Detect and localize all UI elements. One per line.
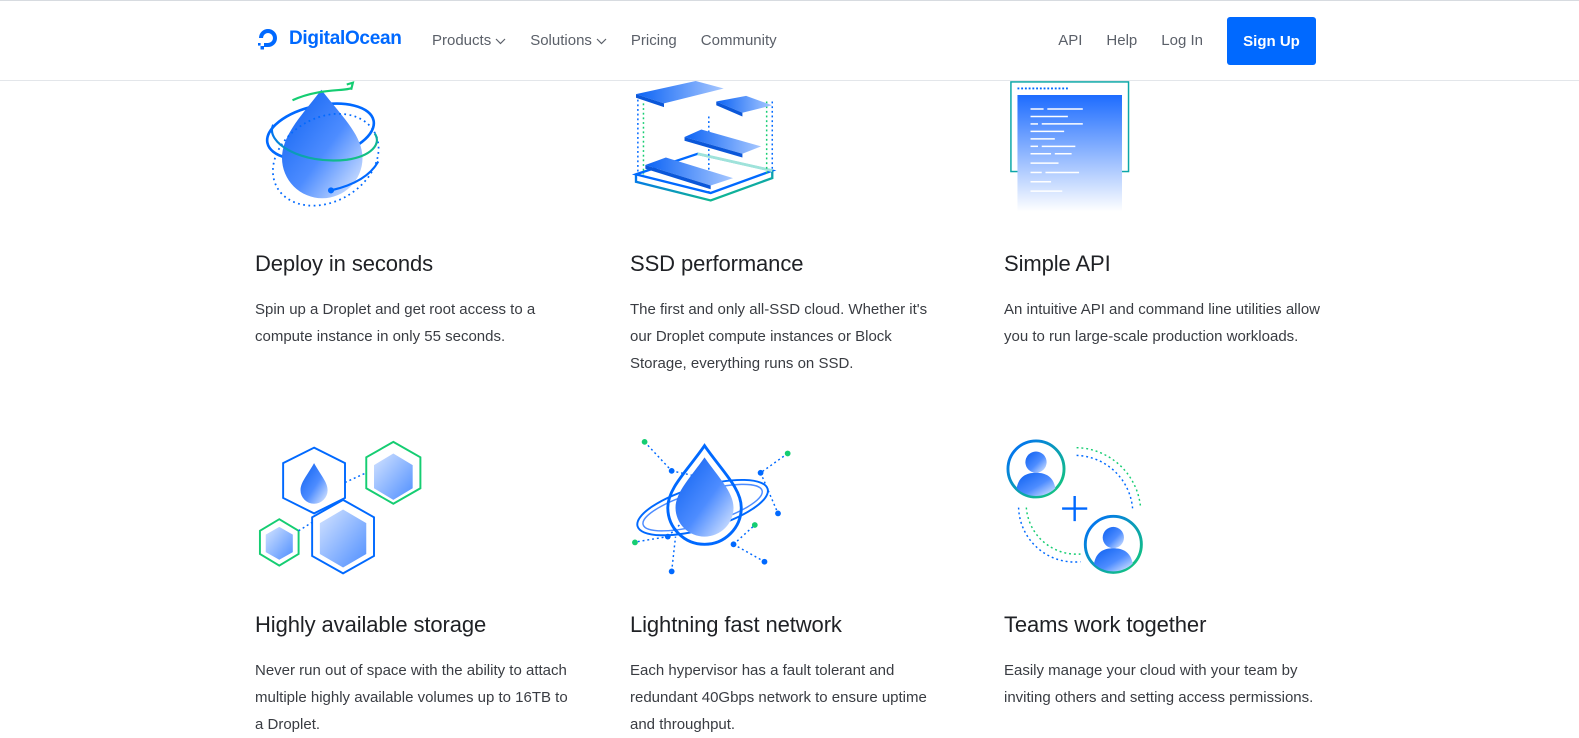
- feature-api: Simple API An intuitive API and command …: [1004, 81, 1334, 381]
- feature-title: Lightning fast network: [630, 612, 842, 637]
- feature-text: Never run out of space with the ability …: [255, 662, 568, 733]
- nav-help[interactable]: Help: [1106, 30, 1137, 52]
- storage-cubes-icon: [258, 440, 422, 575]
- feature-storage: Highly available storage Never run out o…: [255, 438, 585, 733]
- feature-text: An intuitive API and command line utilit…: [1004, 301, 1320, 345]
- feature-text: Spin up a Droplet and get root access to…: [255, 301, 536, 345]
- team-users-icon: [1006, 439, 1143, 574]
- nav-products-label: Products: [432, 32, 492, 49]
- chevron-down-icon: [495, 38, 506, 44]
- feature-title: Deploy in seconds: [255, 251, 434, 276]
- ssd-stack-icon: [631, 81, 777, 202]
- network-droplet-icon: [632, 438, 791, 575]
- nav-products[interactable]: Products: [432, 30, 506, 52]
- secondary-nav: API Help Log In Sign Up: [1034, 17, 1316, 65]
- feature-title: Simple API: [1004, 251, 1111, 276]
- feature-teams: Teams work together Easily manage your c…: [1004, 438, 1334, 728]
- nav-community[interactable]: Community: [701, 30, 777, 52]
- signup-button[interactable]: Sign Up: [1227, 17, 1316, 65]
- feature-text: Easily manage your cloud with your team …: [1004, 662, 1314, 706]
- digitalocean-logo-icon: [258, 29, 277, 50]
- nav-login[interactable]: Log In: [1161, 30, 1203, 52]
- feature-network: Lightning fast network Each hypervisor h…: [630, 438, 960, 733]
- brand-name: DigitalOcean: [289, 28, 402, 49]
- site-header: DigitalOcean Products Solutions Pricing …: [0, 1, 1579, 81]
- nav-api[interactable]: API: [1058, 30, 1082, 52]
- logo-link[interactable]: DigitalOcean: [254, 24, 402, 54]
- nav-solutions[interactable]: Solutions: [530, 30, 607, 52]
- feature-text: The first and only all-SSD cloud. Whethe…: [630, 301, 928, 372]
- primary-nav: Products Solutions Pricing Community: [432, 30, 801, 52]
- chevron-down-icon: [596, 38, 607, 44]
- droplet-orbit-icon: [265, 81, 380, 207]
- nav-solutions-label: Solutions: [530, 32, 592, 49]
- feature-title: Teams work together: [1004, 612, 1207, 637]
- feature-title: Highly available storage: [255, 612, 487, 637]
- feature-ssd: SSD performance The first and only all-S…: [630, 81, 960, 381]
- api-terminal-icon: [1010, 81, 1130, 212]
- nav-pricing[interactable]: Pricing: [631, 30, 677, 52]
- feature-deploy: Deploy in seconds Spin up a Droplet and …: [255, 81, 585, 381]
- feature-title: SSD performance: [630, 251, 804, 276]
- feature-text: Each hypervisor has a fault tolerant and…: [630, 662, 927, 733]
